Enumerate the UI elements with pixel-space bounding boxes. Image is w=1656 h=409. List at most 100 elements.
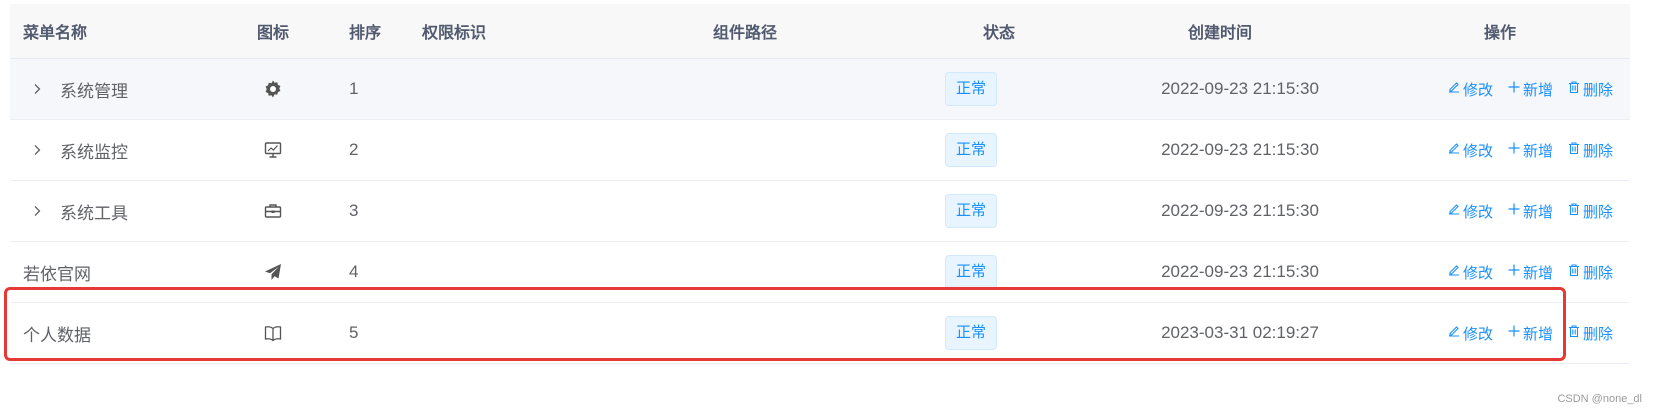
table-row: 个人数据 5 正常 2023-03-31 02:19:27 修改 新增 删除 xyxy=(10,303,1630,364)
edit-button[interactable]: 修改 xyxy=(1447,201,1493,222)
edit-label: 修改 xyxy=(1462,264,1493,282)
column-header-perms: 权限标识 xyxy=(422,25,487,42)
edit-button[interactable]: 修改 xyxy=(1447,79,1493,100)
plus-icon xyxy=(1507,263,1523,281)
delete-label: 删除 xyxy=(1583,81,1614,99)
column-header-icon: 图标 xyxy=(257,25,290,42)
column-header-name: 菜单名称 xyxy=(23,25,88,42)
column-header-status: 状态 xyxy=(983,25,1016,42)
table-row: 系统工具 3 正常 2022-09-23 21:15:30 修改 新增 删除 xyxy=(10,181,1630,242)
plus-icon xyxy=(1507,80,1523,98)
add-label: 新增 xyxy=(1522,203,1553,221)
status-cell: 正常 xyxy=(945,120,1035,180)
status-cell: 正常 xyxy=(945,181,1035,241)
delete-label: 删除 xyxy=(1583,203,1614,221)
add-button[interactable]: 新增 xyxy=(1507,262,1553,283)
sort-value: 2 xyxy=(349,140,359,159)
status-cell: 正常 xyxy=(945,59,1035,119)
menu-name: 系统管理 xyxy=(60,81,128,101)
edit-button[interactable]: 修改 xyxy=(1447,323,1493,344)
sort-value: 4 xyxy=(349,262,359,281)
trash-icon xyxy=(1567,141,1583,159)
trash-icon xyxy=(1567,263,1583,281)
expand-chevron-icon[interactable] xyxy=(32,144,48,156)
add-label: 新增 xyxy=(1522,325,1553,343)
menu-name-cell: 系统管理 xyxy=(23,59,243,119)
edit-label: 修改 xyxy=(1462,81,1493,99)
component-value xyxy=(610,59,880,119)
trash-icon xyxy=(1567,80,1583,98)
expand-chevron-icon[interactable] xyxy=(32,205,48,217)
plus-icon xyxy=(1507,202,1523,220)
table-row: 系统监控 2 正常 2022-09-23 21:15:30 修改 新增 删除 xyxy=(10,120,1630,181)
created-time: 2022-09-23 21:15:30 xyxy=(1161,79,1319,98)
add-button[interactable]: 新增 xyxy=(1507,140,1553,161)
edit-button[interactable]: 修改 xyxy=(1447,262,1493,283)
toolbox-icon xyxy=(233,181,313,241)
ops-cell: 修改 新增 删除 xyxy=(1410,181,1650,241)
plus-icon xyxy=(1507,324,1523,342)
status-badge: 正常 xyxy=(945,316,998,350)
menu-name-cell: 若依官网 xyxy=(23,242,243,302)
status-badge: 正常 xyxy=(945,72,998,106)
sort-value: 1 xyxy=(349,79,359,98)
status-badge: 正常 xyxy=(945,255,998,289)
perms-value xyxy=(422,242,572,302)
created-time: 2022-09-23 21:15:30 xyxy=(1161,140,1319,159)
delete-button[interactable]: 删除 xyxy=(1567,201,1613,222)
sort-value: 5 xyxy=(349,323,359,342)
column-header-ops: 操作 xyxy=(1483,25,1516,42)
ops-cell: 修改 新增 删除 xyxy=(1410,59,1650,119)
watermark: CSDN @none_dl xyxy=(1557,393,1642,405)
menu-name: 系统工具 xyxy=(60,203,128,223)
add-button[interactable]: 新增 xyxy=(1507,79,1553,100)
delete-label: 删除 xyxy=(1583,142,1614,160)
column-header-created: 创建时间 xyxy=(1187,25,1252,42)
edit-icon xyxy=(1447,324,1463,342)
perms-value xyxy=(422,303,572,363)
edit-button[interactable]: 修改 xyxy=(1447,140,1493,161)
delete-button[interactable]: 删除 xyxy=(1567,262,1613,283)
menu-name: 个人数据 xyxy=(23,325,91,345)
delete-label: 删除 xyxy=(1583,264,1614,282)
edit-icon xyxy=(1447,263,1463,281)
ops-cell: 修改 新增 删除 xyxy=(1410,303,1650,363)
component-value xyxy=(610,303,880,363)
add-label: 新增 xyxy=(1522,142,1553,160)
delete-label: 删除 xyxy=(1583,325,1614,343)
add-label: 新增 xyxy=(1522,81,1553,99)
created-time: 2022-09-23 21:15:30 xyxy=(1161,201,1319,220)
status-badge: 正常 xyxy=(945,133,998,167)
add-label: 新增 xyxy=(1522,264,1553,282)
gear-icon xyxy=(233,59,313,119)
perms-value xyxy=(422,120,572,180)
edit-icon xyxy=(1447,202,1463,220)
menu-table: 菜单名称 图标 排序 权限标识 组件路径 状态 创建时间 操作 系统管理 1 正… xyxy=(10,4,1630,364)
component-value xyxy=(610,120,880,180)
perms-value xyxy=(422,181,572,241)
menu-name-cell: 系统工具 xyxy=(23,181,243,241)
trash-icon xyxy=(1567,324,1583,342)
add-button[interactable]: 新增 xyxy=(1507,323,1553,344)
column-header-component: 组件路径 xyxy=(712,25,777,42)
column-header-sort: 排序 xyxy=(349,25,382,42)
menu-name-cell: 系统监控 xyxy=(23,120,243,180)
edit-icon xyxy=(1447,141,1463,159)
component-value xyxy=(610,242,880,302)
status-cell: 正常 xyxy=(945,303,1035,363)
add-button[interactable]: 新增 xyxy=(1507,201,1553,222)
plus-icon xyxy=(1507,141,1523,159)
book-icon xyxy=(233,303,313,363)
created-time: 2022-09-23 21:15:30 xyxy=(1161,262,1319,281)
delete-button[interactable]: 删除 xyxy=(1567,140,1613,161)
perms-value xyxy=(422,59,572,119)
paper-plane-icon xyxy=(233,242,313,302)
menu-name: 若依官网 xyxy=(23,264,91,284)
status-badge: 正常 xyxy=(945,194,998,228)
status-cell: 正常 xyxy=(945,242,1035,302)
menu-name-cell: 个人数据 xyxy=(23,303,243,363)
delete-button[interactable]: 删除 xyxy=(1567,323,1613,344)
expand-chevron-icon[interactable] xyxy=(32,83,48,95)
delete-button[interactable]: 删除 xyxy=(1567,79,1613,100)
table-row: 系统管理 1 正常 2022-09-23 21:15:30 修改 新增 删除 xyxy=(10,59,1630,120)
